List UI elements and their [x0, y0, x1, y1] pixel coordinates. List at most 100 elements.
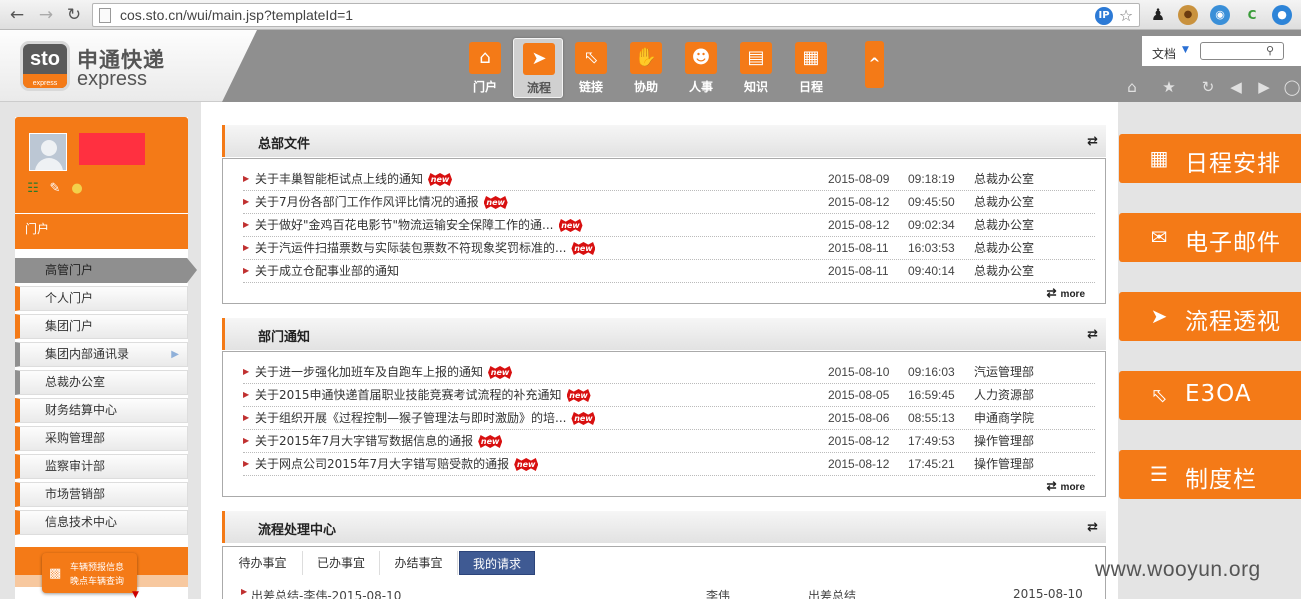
new-badge: new [571, 242, 596, 255]
sidebar-item-president-office[interactable]: 总裁办公室 [15, 370, 188, 395]
bullet-icon: ▶ [243, 436, 250, 445]
list-item[interactable]: ▶ 关于网点公司2015年7月大字错写赔受款的通报 new 2015-08-12 … [243, 453, 1095, 476]
sidebar-item-personal-portal[interactable]: 个人门户 [15, 286, 188, 311]
home-tool-icon[interactable]: ⌂ [1122, 77, 1142, 97]
new-badge: new [488, 366, 513, 379]
ip-badge-icon[interactable]: IP [1095, 7, 1113, 25]
home-icon: ⌂ [469, 42, 501, 74]
list-item[interactable]: ▶ 关于汽运件扫描票数与实际装包票数不符现象奖罚标准的... new 2015-0… [243, 237, 1095, 260]
refresh-icon[interactable]: ⇄ [1087, 520, 1098, 535]
forward-arrow-icon[interactable]: → [35, 4, 57, 26]
user-box: ☷ ✎ ● [15, 117, 188, 213]
new-badge: new [478, 435, 503, 448]
people-icon: ☻ [685, 42, 717, 74]
reload-icon[interactable]: ↻ [63, 4, 85, 26]
new-badge: new [483, 196, 508, 209]
list-item[interactable]: ▶ 关于丰巢智能柜试点上线的通知 new 2015-08-09 09:18:19 … [243, 168, 1095, 191]
tab-done[interactable]: 已办事宜 [303, 551, 380, 575]
refresh-icon[interactable]: ⇄ [1087, 327, 1098, 342]
avatar[interactable] [29, 133, 67, 171]
envelope-icon: ✉ [1150, 225, 1168, 249]
list-item[interactable]: ▶ 关于2015年7月大字错写数据信息的通报 new 2015-08-12 17:… [243, 430, 1095, 453]
workflow-tabs: 待办事宜 已办事宜 办结事宜 我的请求 ▶ 出差总结-李伟-2015-08-10… [222, 546, 1106, 599]
left-sidebar: ☷ ✎ ● 门户 高管门户 个人门户 集团门户 集团内部通讯录 ▶ 总裁办公室 财… [15, 117, 197, 599]
nav-assist[interactable]: ✋ 协助 [621, 38, 671, 98]
book-icon: ▤ [740, 42, 772, 74]
star-icon[interactable]: ☆ [1117, 7, 1135, 25]
logout-tool-icon[interactable]: ◯ [1282, 77, 1301, 97]
globe-icon[interactable]: ◉ [1210, 5, 1230, 25]
main-content: 总部文件 ⇄ ▶ 关于丰巢智能柜试点上线的通知 new 2015-08-09 09… [201, 102, 1118, 599]
back-arrow-icon[interactable]: ← [6, 4, 28, 26]
new-badge: new [428, 173, 453, 186]
c-extension-icon[interactable]: C [1242, 5, 1262, 25]
sidebar-item-finance[interactable]: 财务结算中心 [15, 398, 188, 423]
list-item[interactable]: ▶ 关于2015申通快递首届职业技能竞赛考试流程的补充通知 new 2015-08… [243, 384, 1095, 407]
schedule-tile[interactable]: ▦ 日程安排 [1119, 134, 1301, 183]
open-book-icon[interactable]: ☷ [25, 181, 41, 197]
bullet-icon: ▶ [243, 367, 250, 376]
list-icon: ☰ [1150, 462, 1168, 486]
logo-english-name: express [77, 68, 148, 90]
refresh-icon[interactable]: ⇄ [1087, 134, 1098, 149]
new-badge: new [514, 458, 539, 471]
chevron-down-icon[interactable]: ▼ [132, 590, 139, 599]
sidebar-item-group-portal[interactable]: 集团门户 [15, 314, 188, 339]
search-area: 文档 ▼ ⚲ [1142, 36, 1301, 66]
dept-notice-list: ▶ 关于进一步强化加班车及自跑车上报的通知 new 2015-08-10 09:1… [222, 351, 1106, 497]
watermark: www.wooyun.org [1095, 558, 1261, 581]
cursor-icon: ⬁ [1150, 383, 1168, 407]
tab-my-requests[interactable]: 我的请求 [459, 551, 535, 575]
nav-workflow[interactable]: ➤ 流程 [513, 38, 563, 98]
tab-pending[interactable]: 待办事宜 [223, 551, 303, 575]
chess-pawn-icon[interactable]: ♟ [1148, 5, 1168, 25]
nav-links[interactable]: ⬁ 链接 [566, 38, 616, 98]
forward-tool-icon[interactable]: ▶ [1254, 77, 1274, 97]
rules-tile[interactable]: ☰ 制度栏 [1119, 450, 1301, 499]
notepad-icon[interactable]: ✎ [47, 181, 63, 197]
chevron-down-icon[interactable]: ▼ [1182, 45, 1189, 55]
nav-portal[interactable]: ⌂ 门户 [460, 38, 510, 98]
portal-section-header: 门户 [15, 213, 188, 249]
section-title: 流程处理中心 [258, 523, 337, 538]
favorite-star-icon[interactable]: ★ [1159, 77, 1179, 97]
list-item[interactable]: ▶ 关于做好"金鸡百花电影节"物流运输安全保障工作的通... new 2015-0… [243, 214, 1095, 237]
cookie-icon[interactable]: ● [1178, 5, 1198, 25]
tab-finished[interactable]: 办结事宜 [380, 551, 458, 575]
sidebar-item-executive-portal[interactable]: 高管门户 [15, 258, 197, 283]
bullet-icon: ▶ [243, 390, 250, 399]
email-tile[interactable]: ✉ 电子邮件 [1119, 213, 1301, 262]
user-name-redacted [79, 133, 145, 165]
more-link[interactable]: ⇄ more [1046, 286, 1085, 300]
list-item[interactable]: ▶ 关于7月份各部门工作作风评比情况的通报 new 2015-08-12 09:4… [243, 191, 1095, 214]
section-title: 总部文件 [258, 137, 311, 152]
workflow-view-tile[interactable]: ➤ 流程透视 [1119, 292, 1301, 341]
nav-schedule[interactable]: ▦ 日程 [786, 38, 836, 98]
address-bar[interactable]: cos.sto.cn/wui/main.jsp?templateId=1 IP … [92, 3, 1140, 27]
sidebar-item-directory[interactable]: 集团内部通讯录 ▶ [15, 342, 188, 367]
sidebar-item-purchasing[interactable]: 采购管理部 [15, 426, 188, 451]
cursor-icon: ⬁ [575, 42, 607, 74]
extension-globe-icon[interactable]: ● [1272, 5, 1292, 25]
search-icon[interactable]: ⚲ [1266, 44, 1274, 57]
nav-hr[interactable]: ☻ 人事 [676, 38, 726, 98]
e3oa-tile[interactable]: ⬁ E3OA [1119, 371, 1301, 420]
bullet-icon: ▶ [243, 413, 250, 422]
list-item[interactable]: ▶ 关于进一步强化加班车及自跑车上报的通知 new 2015-08-10 09:1… [243, 361, 1095, 384]
vehicle-info-button[interactable]: ▩ 车辆预报信息 晚点车辆查询 [42, 553, 137, 593]
nav-knowledge[interactable]: ▤ 知识 [731, 38, 781, 98]
new-badge: new [566, 389, 591, 402]
truck-icon: ▩ [49, 566, 62, 581]
collapse-header-button[interactable]: ^ [865, 41, 884, 88]
refresh-tool-icon[interactable]: ↻ [1198, 77, 1218, 97]
search-type-label[interactable]: 文档 [1152, 45, 1176, 62]
sidebar-item-audit[interactable]: 监察审计部 [15, 454, 188, 479]
list-item[interactable]: ▶ 关于组织开展《过程控制—猴子管理法与即时激励》的培... new 2015-0… [243, 407, 1095, 430]
back-tool-icon[interactable]: ◀ [1226, 77, 1246, 97]
more-link[interactable]: ⇄ more [1046, 479, 1085, 493]
lock-icon[interactable]: ● [69, 181, 85, 197]
sidebar-item-it-center[interactable]: 信息技术中心 [15, 510, 188, 535]
sidebar-item-marketing[interactable]: 市场营销部 [15, 482, 188, 507]
section-title: 部门通知 [258, 330, 311, 345]
list-item[interactable]: ▶ 关于成立仓配事业部的通知 2015-08-11 09:40:14 总裁办公室 [243, 260, 1095, 283]
